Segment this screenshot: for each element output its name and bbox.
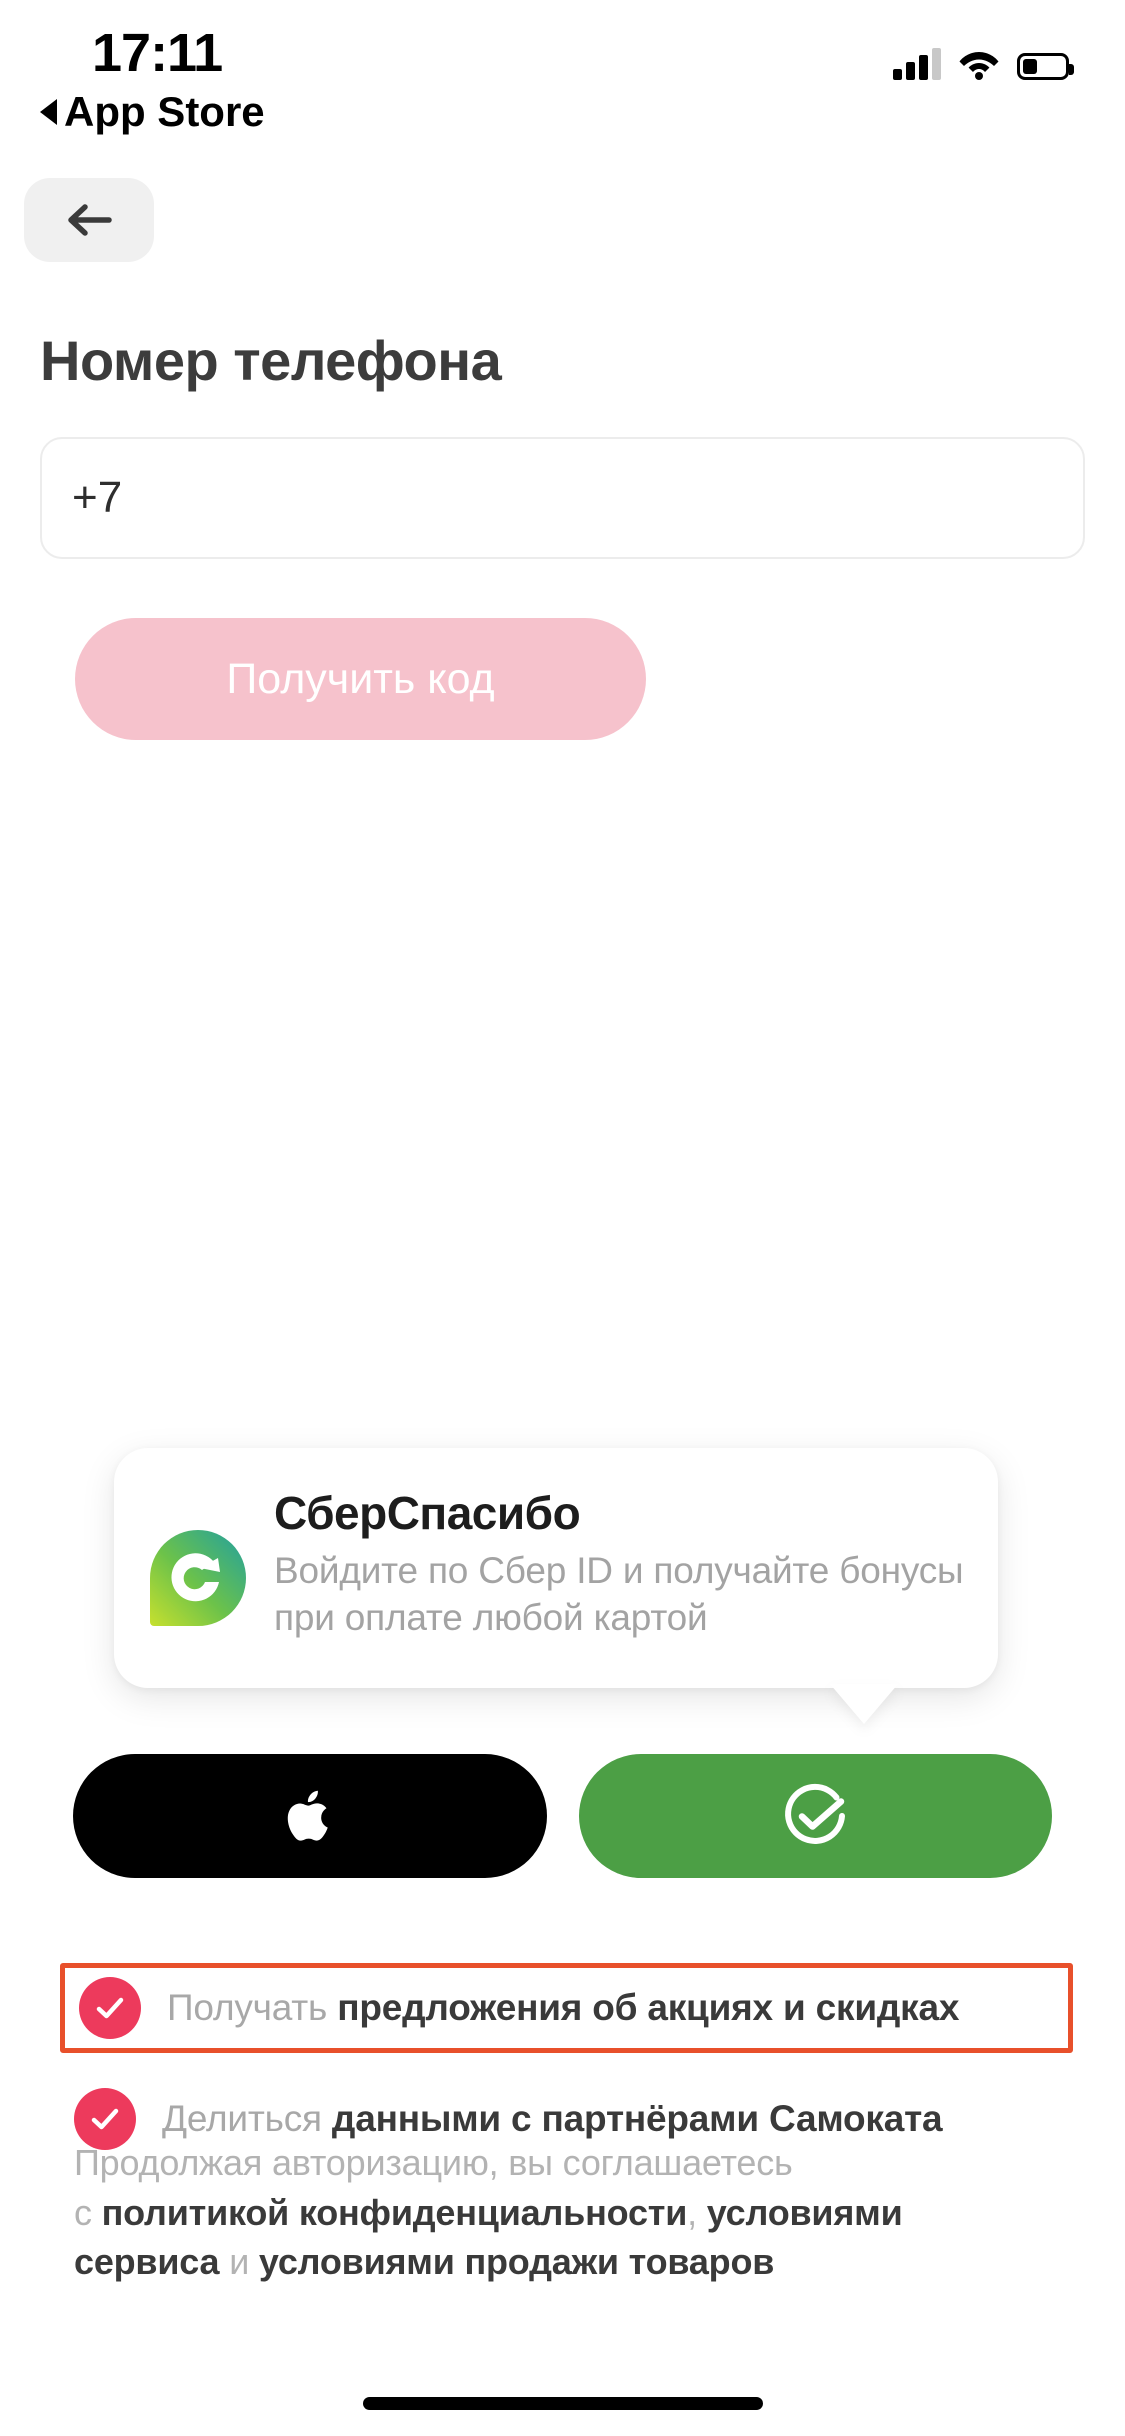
status-bar: 17:11 App Store	[0, 0, 1125, 135]
page-title: Номер телефона	[40, 329, 502, 392]
legal-comma: ,	[687, 2191, 707, 2233]
sber-spasibo-pin-icon	[148, 1528, 248, 1630]
promo-card-tail	[830, 1684, 898, 1724]
apple-sign-in-button[interactable]	[73, 1754, 547, 1878]
checkbox-offers-checked-icon[interactable]	[79, 1977, 141, 2039]
legal-link-privacy-policy[interactable]: политикой конфиденциальности	[102, 2192, 688, 2233]
arrow-left-icon	[65, 201, 113, 239]
social-sign-in-row	[73, 1754, 1052, 1878]
battery-icon	[1017, 53, 1074, 80]
get-code-button[interactable]: Получить код	[75, 618, 646, 740]
consent-label-partners: Делиться данными с партнёрами Самоката	[162, 2098, 943, 2140]
consent-offers-prefix: Получать	[167, 1987, 338, 2028]
legal-link-service-terms-part2[interactable]: сервиса	[74, 2241, 220, 2282]
back-triangle-icon	[40, 99, 57, 125]
legal-conjunction: и	[219, 2241, 259, 2283]
return-to-app-store-link[interactable]: App Store	[40, 88, 265, 136]
apple-logo-icon	[283, 1784, 337, 1848]
back-button[interactable]	[24, 178, 154, 262]
status-bar-time: 17:11	[92, 23, 223, 83]
consent-partners-prefix: Делиться	[162, 2098, 332, 2139]
legal-line-1: Продолжая авторизацию, вы соглашаетесь	[74, 2142, 793, 2183]
sber-check-circle-icon	[778, 1779, 852, 1853]
phone-input-field[interactable]: +7	[40, 437, 1085, 559]
legal-text: Продолжая авторизацию, вы соглашаетесь с…	[74, 2138, 994, 2287]
return-app-label: App Store	[64, 88, 265, 135]
promo-card-title: СберСпасибо	[274, 1487, 581, 1540]
legal-line-2-prefix: с	[74, 2191, 102, 2233]
get-code-button-label: Получить код	[226, 654, 495, 703]
consent-row-offers[interactable]: Получать предложения об акциях и скидках	[60, 1963, 1073, 2053]
consent-offers-emphasis: предложения об акциях и скидках	[337, 1987, 960, 2028]
promo-card-subtitle: Войдите по Сбер ID и получайте бонусы пр…	[274, 1549, 964, 1639]
legal-link-service-terms-part1[interactable]: условиями	[707, 2192, 903, 2233]
consent-label-offers: Получать предложения об акциях и скидках	[167, 1987, 959, 2029]
cellular-signal-icon	[893, 48, 941, 80]
home-indicator[interactable]	[362, 2397, 763, 2410]
status-bar-indicators	[893, 34, 1074, 80]
sber-spasibo-promo-card: СберСпасибо Войдите по Сбер ID и получай…	[114, 1448, 998, 1724]
consent-list: Получать предложения об акциях и скидках…	[0, 1963, 1125, 2163]
legal-link-sale-terms[interactable]: условиями продажи товаров	[259, 2241, 774, 2282]
sber-sign-in-button[interactable]	[578, 1754, 1052, 1878]
phone-input-value: +7	[72, 473, 123, 522]
consent-partners-emphasis: данными с партнёрами Самоката	[331, 2098, 943, 2139]
wifi-icon	[958, 48, 1000, 80]
